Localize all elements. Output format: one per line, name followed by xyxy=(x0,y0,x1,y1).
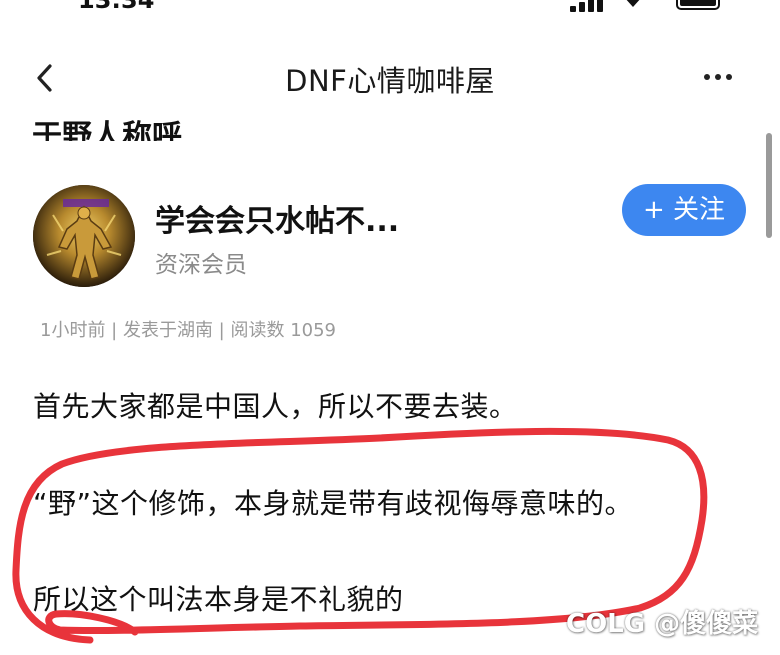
signal-icon xyxy=(570,0,606,12)
more-dots-icon xyxy=(704,74,710,80)
status-time: 13:34 xyxy=(78,0,155,14)
author-rank: 资深会员 xyxy=(155,252,247,278)
nav-bar: DNF心情咖啡屋 xyxy=(0,48,780,108)
post-page: 13:34 DNF心情咖啡屋 于野人称呼 学会会只水帖不... 资深会员 + 关… xyxy=(0,0,780,655)
battery-icon xyxy=(676,0,720,10)
scrollbar[interactable] xyxy=(766,133,772,238)
avatar[interactable] xyxy=(33,185,135,287)
follow-button[interactable]: + 关注 xyxy=(622,184,746,236)
avatar-image xyxy=(33,185,135,287)
more-button[interactable] xyxy=(696,62,740,92)
post-paragraph: “野”这个修饰，本身就是带有歧视侮辱意味的。 xyxy=(33,487,634,520)
post-paragraph: 所以这个叫法本身是不礼貌的 xyxy=(33,583,404,616)
page-title: DNF心情咖啡屋 xyxy=(285,64,495,98)
watermark: COLG @傻傻菜 xyxy=(566,609,759,639)
post-meta: 1小时前 | 发表于湖南 | 阅读数 1059 xyxy=(40,320,336,341)
author-name[interactable]: 学会会只水帖不... xyxy=(155,196,399,240)
post-title-fragment: 于野人称呼 xyxy=(32,107,532,141)
post-title-text: 于野人称呼 xyxy=(32,119,182,141)
post-paragraph: 首先大家都是中国人，所以不要去装。 xyxy=(33,390,518,423)
wifi-icon xyxy=(626,0,640,7)
status-bar: 13:34 xyxy=(0,0,780,14)
